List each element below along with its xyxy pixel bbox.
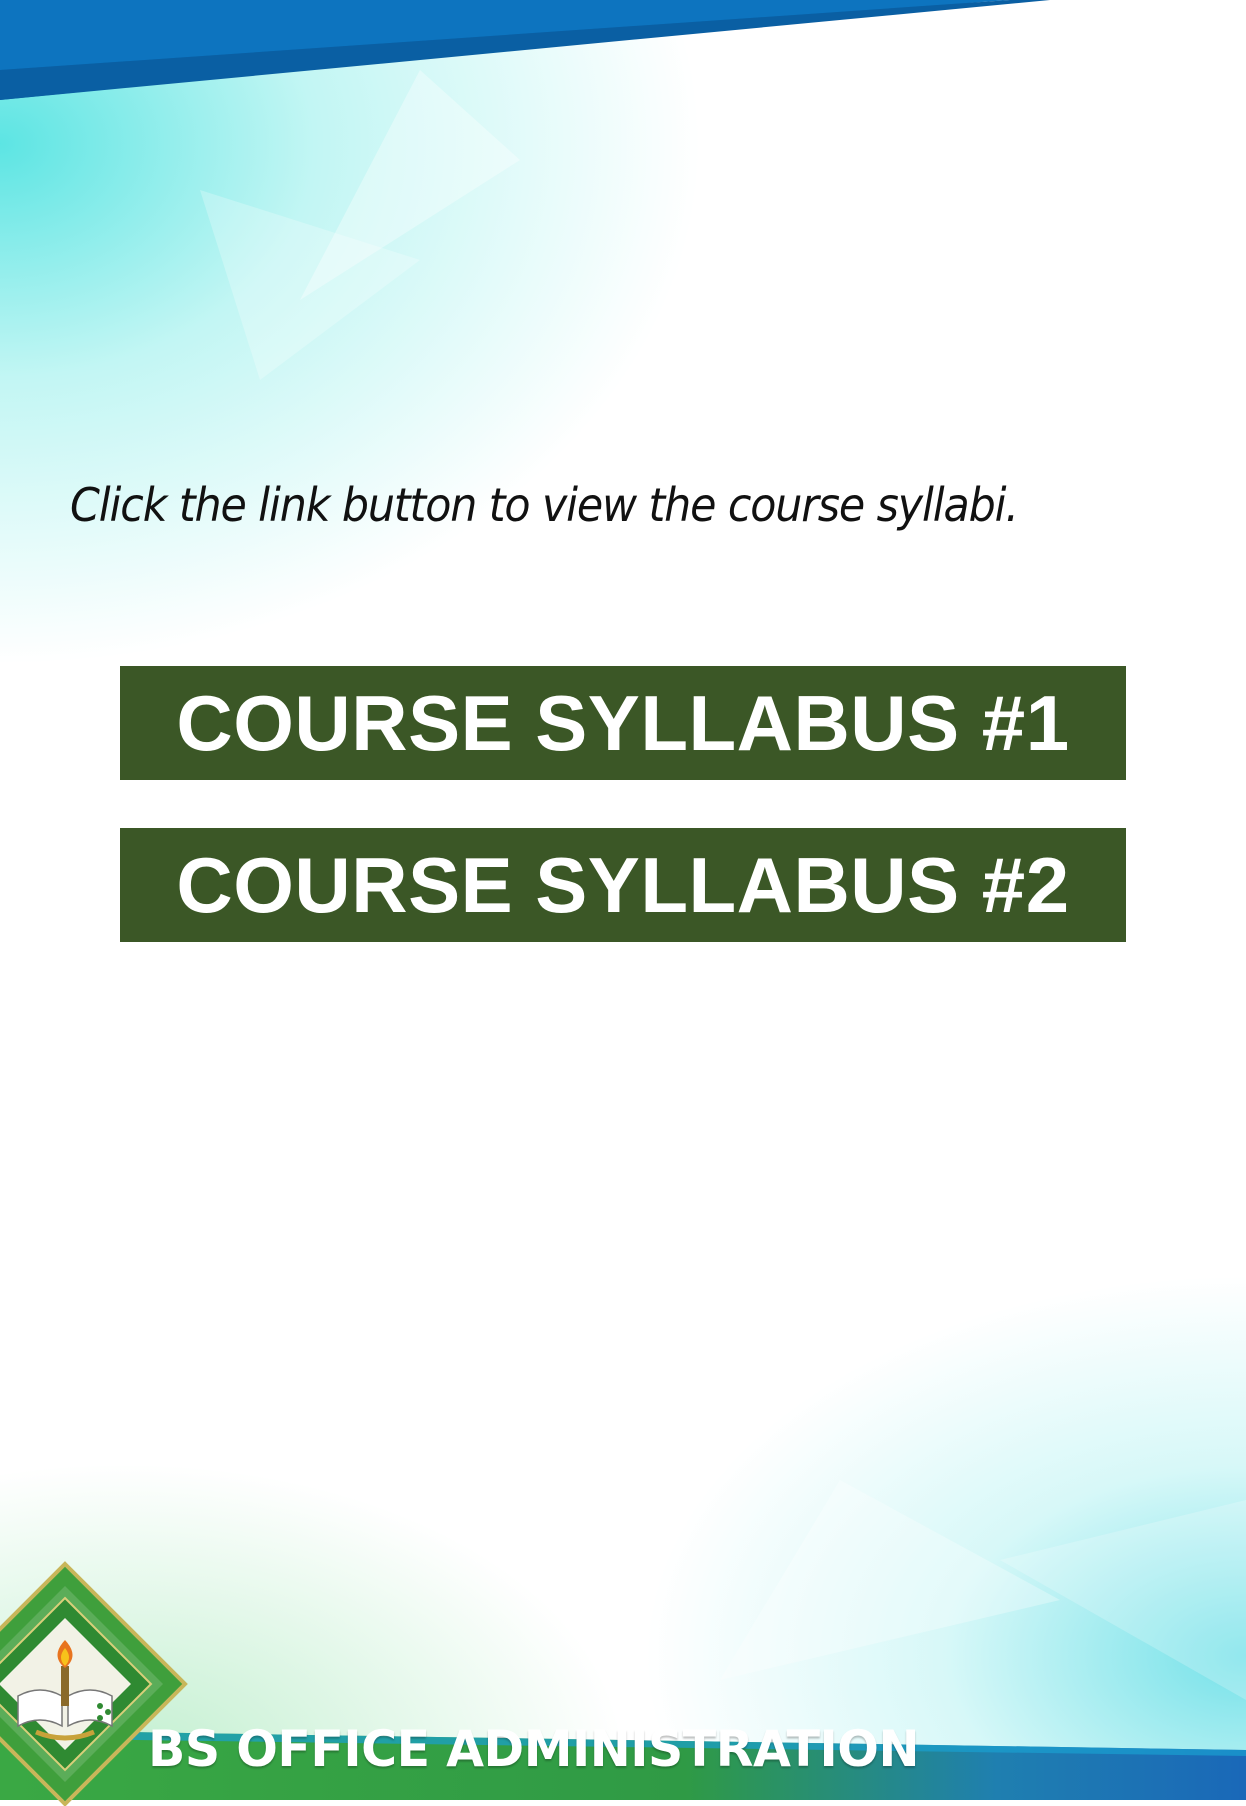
course-syllabus-2-button[interactable]: COURSE SYLLABUS #2 (120, 828, 1126, 942)
course-syllabus-1-button[interactable]: COURSE SYLLABUS #1 (120, 666, 1126, 780)
program-title: BS OFFICE ADMINISTRATION (148, 1720, 919, 1778)
instruction-text: Click the link button to view the course… (70, 478, 1019, 532)
top-band (0, 0, 1246, 100)
